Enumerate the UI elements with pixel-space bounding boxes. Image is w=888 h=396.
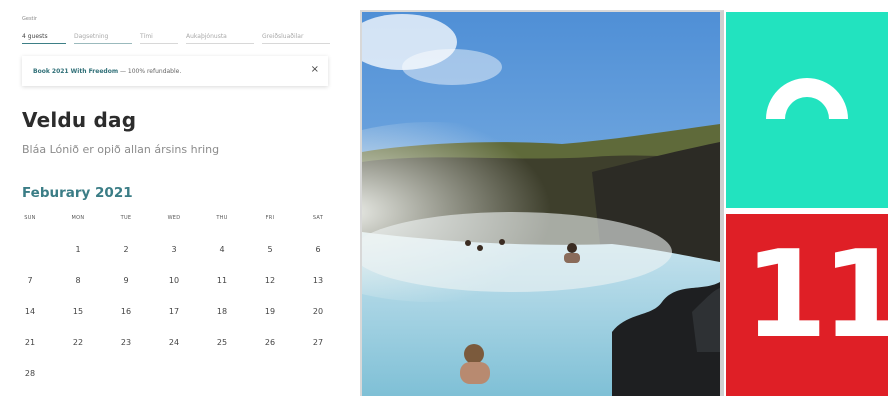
calendar-day[interactable]: 14 (10, 305, 50, 319)
booking-steps: Gestir 4 guests Dagsetning Tími Aukaþjón… (22, 16, 342, 50)
calendar-day[interactable]: 20 (298, 305, 338, 319)
arch-icon (766, 78, 848, 119)
calendar-weekdays: SUN MON TUE WED THU FRI SAT (10, 215, 346, 227)
calendar-day[interactable]: 8 (58, 274, 98, 288)
calendar-day[interactable]: 6 (298, 243, 338, 257)
step-row: 4 guests Dagsetning Tími Aukaþjónusta Gr… (22, 28, 342, 46)
step-time[interactable]: Tími (140, 28, 178, 44)
banner-text: — 100% refundable. (118, 68, 182, 75)
banner-link[interactable]: Book 2021 With Freedom (33, 68, 118, 75)
page-subtitle: Bláa Lónið er opið allan ársins hring (22, 143, 220, 156)
weekday-sun: SUN (24, 215, 36, 221)
calendar-day[interactable]: 27 (298, 336, 338, 350)
page-title: Veldu dag (22, 108, 137, 132)
booking-panel: Gestir 4 guests Dagsetning Tími Aukaþjón… (10, 10, 360, 396)
lagoon-illustration (362, 12, 720, 396)
calendar-day[interactable]: 12 (250, 274, 290, 288)
close-icon[interactable]: × (311, 64, 319, 75)
calendar-day[interactable]: 11 (202, 274, 242, 288)
calendar-day[interactable]: 5 (250, 243, 290, 257)
blue-lagoon-photo (362, 12, 720, 396)
calendar-day[interactable]: 2 (106, 243, 146, 257)
calendar-day[interactable]: 18 (202, 305, 242, 319)
calendar-day[interactable]: 26 (250, 336, 290, 350)
calendar-day[interactable]: 1 (58, 243, 98, 257)
emergency-number-tile[interactable]: 112 (726, 214, 888, 396)
calendar-day[interactable]: 7 (10, 274, 50, 288)
calendar-day[interactable]: 22 (58, 336, 98, 350)
weekday-fri: FRI (265, 215, 275, 221)
calendar-day[interactable]: 25 (202, 336, 242, 350)
emergency-app-tile[interactable] (726, 12, 888, 208)
step-payment[interactable]: Greiðsluaðilar (262, 28, 330, 44)
calendar-day[interactable]: 21 (10, 336, 50, 350)
step-guests[interactable]: 4 guests (22, 28, 66, 44)
weekday-wed: WED (167, 215, 181, 221)
weekday-sat: SAT (312, 215, 324, 221)
step-date[interactable]: Dagsetning (74, 28, 132, 44)
calendar-day[interactable]: 17 (154, 305, 194, 319)
calendar-day[interactable]: 13 (298, 274, 338, 288)
calendar-day[interactable]: 4 (202, 243, 242, 257)
calendar-day[interactable]: 9 (106, 274, 146, 288)
weekday-thu: THU (216, 215, 228, 221)
calendar-month: Feburary 2021 (22, 185, 133, 201)
calendar-day[interactable]: 10 (154, 274, 194, 288)
calendar-day[interactable]: 3 (154, 243, 194, 257)
calendar-day[interactable]: 23 (106, 336, 146, 350)
calendar-day[interactable]: 28 (10, 367, 50, 381)
calendar-day[interactable]: 19 (250, 305, 290, 319)
step-extras[interactable]: Aukaþjónusta (186, 28, 254, 44)
emergency-number: 112 (744, 226, 888, 365)
weekday-tue: TUE (120, 215, 132, 221)
screen: Gestir 4 guests Dagsetning Tími Aukaþjón… (0, 0, 888, 396)
calendar-day[interactable]: 24 (154, 336, 194, 350)
calendar-day[interactable]: 15 (58, 305, 98, 319)
calendar-day[interactable]: 16 (106, 305, 146, 319)
weekday-mon: MON (71, 215, 85, 221)
step-caption: Gestir (22, 16, 37, 22)
refund-banner: Book 2021 With Freedom — 100% refundable… (22, 56, 328, 86)
